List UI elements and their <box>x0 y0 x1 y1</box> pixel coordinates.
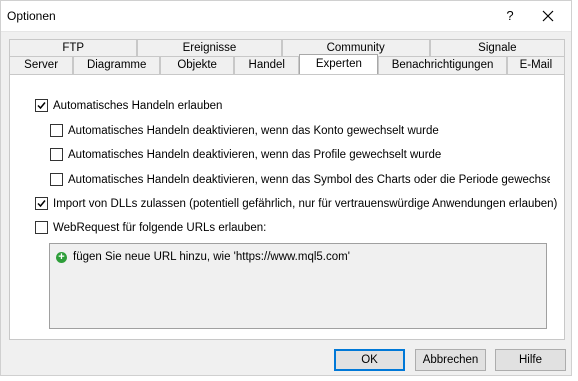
close-icon <box>542 10 554 22</box>
checkbox[interactable] <box>50 173 63 186</box>
checkmark-icon <box>37 102 46 110</box>
tab-row-back: FTP Ereignisse Community Signale <box>9 39 566 56</box>
add-url-label: fügen Sie neue URL hinzu, wie 'https://w… <box>73 251 350 263</box>
tab-row-front: Server Diagramme Objekte Handel Experten… <box>9 54 565 74</box>
webrequest-url-list[interactable]: + fügen Sie neue URL hinzu, wie 'https:/… <box>49 243 547 329</box>
option-label: Import von DLLs zulassen (potentiell gef… <box>53 197 558 210</box>
tab-email[interactable]: E-Mail <box>506 56 565 74</box>
tab-objekte[interactable]: Objekte <box>160 56 235 74</box>
option-label: Automatisches Handeln erlauben <box>53 99 223 112</box>
checkbox[interactable] <box>50 124 63 137</box>
tab-ereignisse[interactable]: Ereignisse <box>137 39 282 56</box>
option-disable-on-profile-change[interactable]: Automatisches Handeln deaktivieren, wenn… <box>50 148 441 161</box>
tab-ftp[interactable]: FTP <box>9 39 138 56</box>
help-button[interactable]: Hilfe <box>495 349 566 371</box>
ok-button[interactable]: OK <box>334 349 405 371</box>
tab-server[interactable]: Server <box>9 56 74 74</box>
tab-signale[interactable]: Signale <box>429 39 566 56</box>
option-allow-webrequest[interactable]: WebRequest für folgende URLs erlauben: <box>35 221 266 234</box>
help-title-button[interactable]: ? <box>501 7 519 25</box>
option-allow-auto-trading[interactable]: Automatisches Handeln erlauben <box>35 99 222 112</box>
checkmark-icon <box>37 200 46 208</box>
checkbox[interactable] <box>35 99 48 112</box>
checkbox[interactable] <box>35 221 48 234</box>
option-label: Automatisches Handeln deaktivieren, wenn… <box>68 148 442 161</box>
window-title: Optionen <box>7 9 56 23</box>
tab-experten[interactable]: Experten <box>299 54 379 74</box>
add-url-item[interactable]: + fügen Sie neue URL hinzu, wie 'https:/… <box>56 251 350 263</box>
option-label: Automatisches Handeln deaktivieren, wenn… <box>68 124 439 137</box>
close-button[interactable] <box>531 4 565 28</box>
option-disable-on-account-change[interactable]: Automatisches Handeln deaktivieren, wenn… <box>50 124 439 137</box>
tab-handel[interactable]: Handel <box>234 56 300 74</box>
tab-benachrichtigungen[interactable]: Benachrichtigungen <box>378 56 507 74</box>
plus-icon: + <box>56 251 67 263</box>
tab-diagramme[interactable]: Diagramme <box>73 56 161 74</box>
option-disable-on-symbol-change[interactable]: Automatisches Handeln deaktivieren, wenn… <box>50 173 550 186</box>
option-label: WebRequest für folgende URLs erlauben: <box>53 221 267 234</box>
option-label: Automatisches Handeln deaktivieren, wenn… <box>68 173 550 186</box>
checkbox[interactable] <box>50 148 63 161</box>
cancel-button[interactable]: Abbrechen <box>415 349 486 371</box>
option-allow-dll-import[interactable]: Import von DLLs zulassen (potentiell gef… <box>35 197 557 210</box>
checkbox[interactable] <box>35 197 48 210</box>
title-bar: Optionen ? <box>1 1 571 32</box>
options-dialog: Optionen ? FTP Ereignisse Community Sign… <box>0 0 572 376</box>
experts-panel: Automatisches Handeln erlauben Automatis… <box>9 74 565 340</box>
